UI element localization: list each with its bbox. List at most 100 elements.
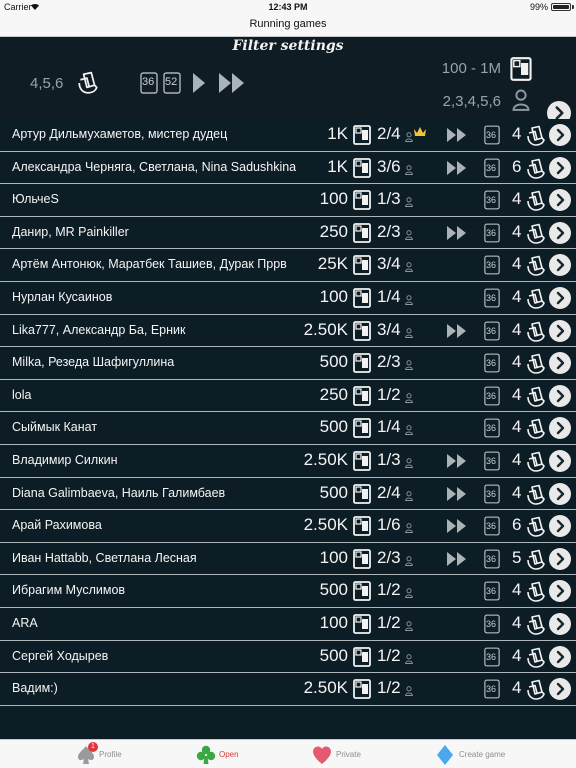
game-player-count: 1/2 (377, 384, 401, 404)
person-icon (405, 654, 413, 664)
game-player-count: 2/4 (377, 124, 401, 143)
game-row[interactable]: Milka, Резеда Шафигуллина 500 2/3 36 4 (0, 347, 576, 380)
join-game-button[interactable] (549, 320, 571, 342)
deck-icon: 36 (484, 255, 500, 275)
game-row[interactable]: Артур Дильмухаметов, мистер дудец 1K 2/4 3… (0, 119, 576, 152)
deck-icon: 36 (484, 353, 500, 373)
join-game-button[interactable] (549, 417, 571, 439)
game-bet: 2.50K (303, 515, 348, 535)
join-game-button[interactable] (549, 157, 571, 179)
game-bet: 2.50K (303, 678, 348, 698)
game-bet: 1K (327, 156, 348, 176)
deck-icon: 36 (484, 516, 500, 536)
money-icon (353, 223, 371, 243)
profile-badge: 1 (88, 742, 98, 752)
game-row[interactable]: lola 250 1/2 36 4 (0, 380, 576, 413)
game-row[interactable]: Александра Черняга, Светлана, Nina Sadus… (0, 152, 576, 185)
game-row[interactable]: Diana Galimbaeva, Наиль Галимбаев 500 2/4 … (0, 478, 576, 511)
status-time: 12:43 PM (268, 2, 308, 12)
money-icon (510, 57, 532, 81)
game-cards-count: 4 (512, 678, 522, 698)
game-cards-count: 4 (512, 482, 522, 502)
game-players-names: Артём Антонюк, Маратбек Ташиев, Дурак Пр… (12, 257, 287, 272)
game-row[interactable]: Иван Hattabb, Светлана Лесная 100 2/3 36 5 (0, 543, 576, 576)
game-cards-count: 6 (512, 156, 522, 176)
game-bet: 250 (319, 221, 348, 241)
game-players-names: Данир, MR Painkiller (12, 224, 129, 239)
tab-open[interactable]: Open (194, 740, 294, 768)
game-cards-count: 4 (512, 221, 522, 241)
money-icon (353, 125, 371, 145)
tab-private[interactable]: Private (310, 740, 410, 768)
game-cards-count: 4 (512, 450, 522, 469)
filter-panel[interactable]: Filter settings 4,5,6 36 52 100 - 1M 2,3… (0, 37, 576, 119)
game-row[interactable]: Вадим:) 2.50K 1/2 36 4 (0, 673, 576, 706)
money-icon (353, 386, 371, 406)
battery-percent: 99% (529, 2, 548, 12)
deck-label: 36 (486, 195, 497, 206)
fast-forward-icon (446, 453, 468, 469)
person-icon (405, 262, 413, 272)
join-game-button[interactable] (549, 548, 571, 570)
game-row[interactable]: ARA 100 1/2 36 4 (0, 608, 576, 641)
game-row[interactable]: Владимир Силкин 2.50K 1/3 36 4 (0, 445, 576, 478)
join-game-button[interactable] (549, 646, 571, 668)
game-cards-count: 4 (512, 417, 522, 437)
join-game-button[interactable] (549, 678, 571, 700)
join-game-button[interactable] (549, 352, 571, 374)
game-players-names: Diana Galimbaeva, Наиль Галимбаев (12, 485, 226, 500)
tab-profile[interactable]: 1 Profile (75, 740, 175, 768)
game-players-names: Milka, Резеда Шафигуллина (12, 355, 175, 370)
join-game-button[interactable] (549, 515, 571, 537)
game-player-count: 3/6 (377, 156, 401, 176)
game-row[interactable]: Lika777, Александр Ба, Ерник 2.50K 3/4 36 … (0, 315, 576, 348)
join-game-button[interactable] (549, 580, 571, 602)
money-icon (353, 614, 371, 634)
join-game-button[interactable] (549, 450, 571, 472)
join-game-button[interactable] (549, 483, 571, 505)
join-game-button[interactable] (549, 613, 571, 635)
game-row[interactable]: Арай Рахимова 2.50K 1/6 36 6 (0, 510, 576, 543)
game-player-count: 1/3 (377, 450, 401, 469)
deck-icon: 36 (484, 386, 500, 406)
fast-forward-icon (446, 225, 468, 241)
join-game-button[interactable] (549, 287, 571, 309)
game-cards-count: 5 (512, 547, 522, 567)
deck-label: 36 (486, 456, 497, 466)
join-game-button[interactable] (549, 189, 571, 211)
game-cards-count: 4 (512, 384, 522, 404)
deck-52-icon: 52 (163, 72, 181, 94)
game-row[interactable]: Данир, MR Painkiller 250 2/3 36 4 (0, 217, 576, 250)
cards-hand-icon (525, 679, 547, 701)
game-row[interactable]: Ибрагим Муслимов 500 1/2 36 4 (0, 575, 576, 608)
game-row[interactable]: Сыймык Канат 500 1/4 36 4 (0, 412, 576, 445)
deck-label: 36 (486, 553, 497, 564)
game-cards-count: 4 (512, 189, 522, 209)
games-list[interactable]: Артур Дильмухаметов, мистер дудец 1K 2/4 3… (0, 119, 576, 739)
join-game-button[interactable] (549, 124, 571, 146)
game-players-names: Иван Hattabb, Светлана Лесная (12, 550, 197, 565)
money-icon (353, 190, 371, 210)
cards-hand-icon (525, 158, 547, 180)
game-player-count: 1/2 (377, 580, 401, 600)
game-row[interactable]: Артём Антонюк, Маратбек Ташиев, Дурак Пр… (0, 249, 576, 282)
deck-label: 36 (486, 325, 497, 336)
deck-icon: 36 (484, 484, 500, 504)
game-row[interactable]: Нурлан Кусаинов 100 1/4 36 4 (0, 282, 576, 315)
cards-hand-icon (525, 484, 547, 506)
join-game-button[interactable] (549, 254, 571, 276)
join-game-button[interactable] (549, 385, 571, 407)
cards-hand-icon (525, 353, 547, 375)
join-game-button[interactable] (549, 222, 571, 244)
game-row[interactable]: ЮльчеS 100 1/3 36 4 (0, 184, 576, 217)
cards-hand-icon (525, 418, 547, 440)
play-icon (193, 73, 205, 93)
person-icon (405, 588, 413, 598)
game-row[interactable]: Сергей Ходырев 500 1/2 36 4 (0, 641, 576, 674)
tab-create-game[interactable]: Create game (434, 740, 544, 768)
filter-title: Filter settings (232, 38, 344, 54)
cards-hand-icon (525, 190, 547, 212)
fast-forward-icon (446, 160, 468, 176)
tab-open-label: Open (219, 750, 239, 759)
tab-create-label: Create game (459, 750, 506, 759)
